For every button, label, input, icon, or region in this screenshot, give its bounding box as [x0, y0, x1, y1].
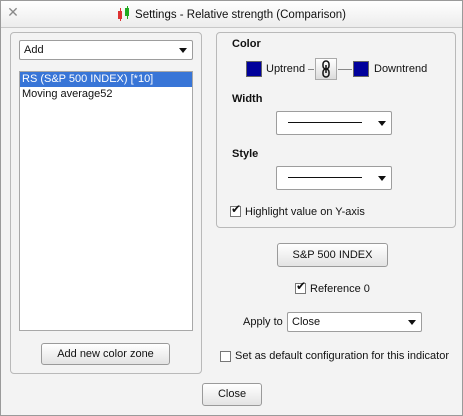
- add-combo-value: Add: [24, 44, 44, 56]
- highlight-label: Highlight value on Y-axis: [245, 206, 365, 218]
- width-line-sample: [288, 122, 362, 123]
- indicator-listbox[interactable]: RS (S&P 500 INDEX) [*10] Moving average5…: [19, 71, 193, 331]
- apply-to-select[interactable]: Close: [287, 312, 422, 332]
- style-panel: Color Uptrend Downtrend Width Style ✔ Hi…: [216, 32, 456, 228]
- list-item-moving-average[interactable]: Moving average52: [20, 87, 192, 102]
- downtrend-label: Downtrend: [374, 63, 428, 75]
- chevron-down-icon: [378, 121, 386, 126]
- width-select[interactable]: [276, 111, 392, 135]
- indicator-list-panel: Add RS (S&P 500 INDEX) [*10] Moving aver…: [10, 32, 202, 374]
- style-select[interactable]: [276, 166, 392, 190]
- color-label: Color: [232, 38, 261, 50]
- window-title-wrap: Settings - Relative strength (Comparison…: [1, 6, 462, 21]
- add-color-zone-button[interactable]: Add new color zone: [41, 343, 170, 365]
- highlight-checkbox[interactable]: ✔: [230, 202, 242, 217]
- default-config-label: Set as default configuration for this in…: [235, 350, 450, 362]
- reference-label: Reference 0: [310, 283, 370, 295]
- uptrend-label: Uptrend: [266, 63, 306, 75]
- add-combo[interactable]: Add: [19, 40, 193, 60]
- checkmark-icon: ✔: [296, 279, 307, 293]
- uptrend-color-swatch[interactable]: [246, 61, 262, 77]
- list-item-rs[interactable]: RS (S&P 500 INDEX) [*10]: [20, 72, 192, 87]
- candlestick-chart-icon: [117, 6, 131, 21]
- default-config-checkbox[interactable]: [220, 351, 231, 362]
- style-line-sample: [288, 177, 362, 178]
- window-title: Settings - Relative strength (Comparison…: [135, 9, 346, 21]
- downtrend-color-swatch[interactable]: [353, 61, 369, 77]
- reference-checkbox[interactable]: ✔: [295, 279, 307, 294]
- sp500-index-button[interactable]: S&P 500 INDEX: [277, 243, 388, 267]
- width-label: Width: [232, 93, 263, 105]
- checkmark-icon: ✔: [231, 202, 242, 216]
- link-connector-left: [308, 69, 314, 70]
- link-connector-right: [338, 69, 352, 70]
- apply-to-label: Apply to: [243, 316, 283, 328]
- chevron-down-icon: [408, 320, 416, 325]
- close-button[interactable]: Close: [202, 383, 262, 406]
- chevron-down-icon: [378, 176, 386, 181]
- chain-link-icon[interactable]: [315, 58, 337, 80]
- settings-dialog: ✕ Settings - Relative strength (Comparis…: [0, 0, 463, 416]
- apply-to-value: Close: [292, 316, 321, 328]
- style-label: Style: [232, 148, 259, 160]
- chevron-down-icon: [179, 48, 187, 53]
- title-bar: ✕ Settings - Relative strength (Comparis…: [1, 1, 462, 28]
